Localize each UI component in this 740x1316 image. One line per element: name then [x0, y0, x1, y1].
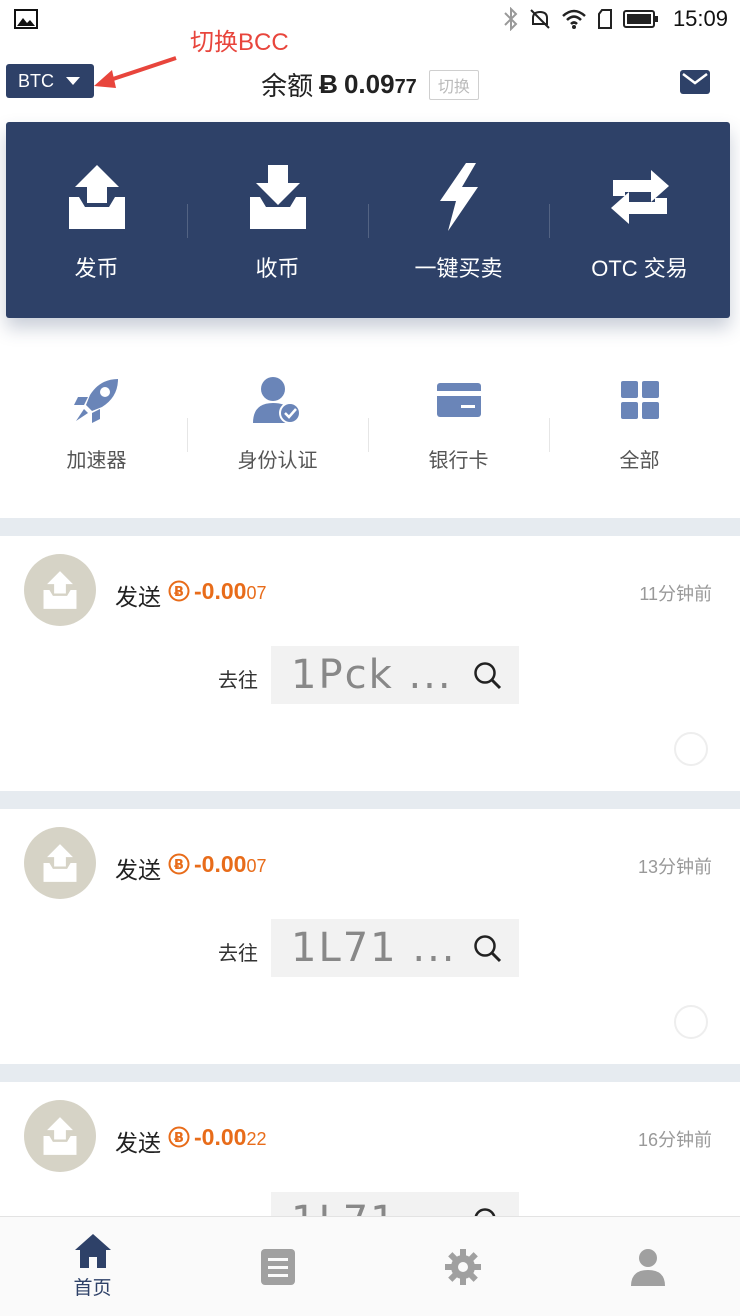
amount-main: -0.00 — [194, 851, 247, 877]
action-otc[interactable]: OTC 交易 — [549, 122, 730, 318]
destination-label: 去往 — [218, 670, 258, 692]
nav-home[interactable]: 首页 — [0, 1217, 185, 1316]
destination-address: 1L71 ... — [291, 1198, 457, 1218]
send-tray-icon — [43, 1117, 77, 1155]
battery-icon — [622, 10, 658, 28]
balance-display: 余额 Ƀ 0.0977 切换 — [0, 66, 740, 103]
shortcut-label: 全部 — [619, 450, 660, 472]
send-avatar — [24, 827, 96, 899]
balance-label: 余额 — [261, 71, 314, 101]
home-icon — [74, 1234, 111, 1268]
send-avatar — [24, 554, 96, 626]
transaction-time: 13分钟前 — [637, 857, 712, 877]
bottom-nav: 首页 — [0, 1216, 740, 1316]
destination-address: 1L71 ... — [291, 925, 457, 971]
transaction-list: 发送 Ƀ -0.0007 11分钟前 去往 1Pck ... 发送 Ƀ -0.0… — [0, 518, 740, 1218]
shortcut-label: 加速器 — [66, 450, 127, 472]
shortcut-identity[interactable]: 身份认证 — [187, 372, 368, 492]
destination-label: 去往 — [218, 943, 258, 965]
send-tray-icon — [68, 165, 125, 229]
transaction-type: 发送 — [115, 857, 161, 883]
destination-address: 1Pck ... — [291, 652, 453, 698]
shortcut-all[interactable]: 全部 — [549, 372, 730, 492]
nav-label: 首页 — [73, 1278, 112, 1299]
bluetooth-icon — [504, 7, 518, 31]
shortcut-label: 银行卡 — [428, 450, 489, 472]
shortcut-label: 身份认证 — [237, 450, 318, 472]
transaction-time: 11分钟前 — [639, 584, 712, 604]
transaction-amount: -0.0007 — [194, 578, 266, 605]
grid-icon — [620, 381, 659, 419]
bank-card-icon — [436, 383, 481, 417]
send-tray-icon — [43, 571, 77, 609]
transaction-amount: -0.0007 — [194, 851, 266, 878]
action-label: 收币 — [255, 256, 300, 281]
wifi-icon — [562, 9, 586, 29]
action-receive[interactable]: 收币 — [187, 122, 368, 318]
action-send[interactable]: 发币 — [6, 122, 187, 318]
svg-text:Ƀ: Ƀ — [174, 1131, 184, 1146]
address-box[interactable]: 1L71 ... — [271, 919, 519, 977]
amount-main: -0.00 — [194, 1124, 247, 1150]
coin-icon: Ƀ — [168, 1126, 190, 1148]
amount-tail: 07 — [246, 856, 267, 876]
shortcut-row: 加速器 身份认证 银行卡 全部 — [6, 372, 730, 492]
select-checkbox[interactable] — [674, 1005, 708, 1039]
receive-tray-icon — [249, 165, 306, 229]
top-header: BTC 切换BCC 余额 Ƀ 0.0977 切换 — [0, 29, 740, 118]
address-box[interactable]: 1L71 ... — [271, 1192, 519, 1218]
address-box[interactable]: 1Pck ... — [271, 646, 519, 704]
profile-icon — [630, 1248, 665, 1286]
action-label: 一键买卖 — [414, 256, 503, 281]
transaction-amount: -0.0022 — [194, 1124, 266, 1151]
amount-main: -0.00 — [194, 578, 247, 604]
mail-icon[interactable] — [680, 70, 710, 94]
svg-text:Ƀ: Ƀ — [174, 585, 184, 600]
bitcoin-symbol: Ƀ — [319, 69, 338, 99]
balance-main: 0.09 — [343, 69, 395, 99]
svg-text:Ƀ: Ƀ — [174, 858, 184, 873]
sim-icon — [597, 9, 612, 29]
transaction-time: 16分钟前 — [637, 1130, 712, 1150]
transaction-item[interactable]: 发送 Ƀ -0.0007 13分钟前 去往 1L71 ... — [0, 809, 740, 1064]
transaction-item[interactable]: 发送 Ƀ -0.0022 16分钟前 去往 1L71 ... — [0, 1082, 740, 1218]
nav-settings[interactable] — [370, 1217, 555, 1316]
mute-icon — [530, 9, 550, 29]
exchange-icon — [610, 170, 669, 224]
verified-user-icon — [252, 377, 301, 424]
shortcut-bank-card[interactable]: 银行卡 — [368, 372, 549, 492]
amount-tail: 07 — [246, 583, 267, 603]
action-quick-trade[interactable]: 一键买卖 — [368, 122, 549, 318]
coin-icon: Ƀ — [168, 580, 190, 602]
clock: 15:09 — [672, 6, 728, 31]
action-panel: 发币 收币 一键买卖 OTC 交易 — [6, 122, 730, 318]
select-checkbox[interactable] — [674, 732, 708, 766]
balance-tail: 77 — [394, 76, 417, 98]
nav-records[interactable] — [185, 1217, 370, 1316]
switch-button[interactable]: 切换 — [428, 69, 479, 100]
shortcut-accelerator[interactable]: 加速器 — [6, 372, 187, 492]
search-icon[interactable] — [473, 661, 503, 691]
rocket-icon — [73, 379, 118, 423]
lightning-icon — [439, 163, 478, 231]
nav-profile[interactable] — [555, 1217, 740, 1316]
search-icon[interactable] — [473, 934, 503, 964]
amount-tail: 22 — [246, 1129, 267, 1149]
send-tray-icon — [43, 844, 77, 882]
list-icon — [260, 1248, 295, 1285]
annotation-text: 切换BCC — [190, 29, 289, 56]
gear-icon — [444, 1248, 481, 1285]
action-label: 发币 — [74, 256, 119, 281]
transaction-item[interactable]: 发送 Ƀ -0.0007 11分钟前 去往 1Pck ... — [0, 536, 740, 791]
transaction-type: 发送 — [115, 1130, 161, 1156]
image-notification-icon — [14, 9, 38, 29]
status-bar: 15:09 — [0, 0, 740, 40]
action-label: OTC 交易 — [591, 256, 688, 281]
send-avatar — [24, 1100, 96, 1172]
transaction-type: 发送 — [115, 584, 161, 610]
coin-icon: Ƀ — [168, 853, 190, 875]
